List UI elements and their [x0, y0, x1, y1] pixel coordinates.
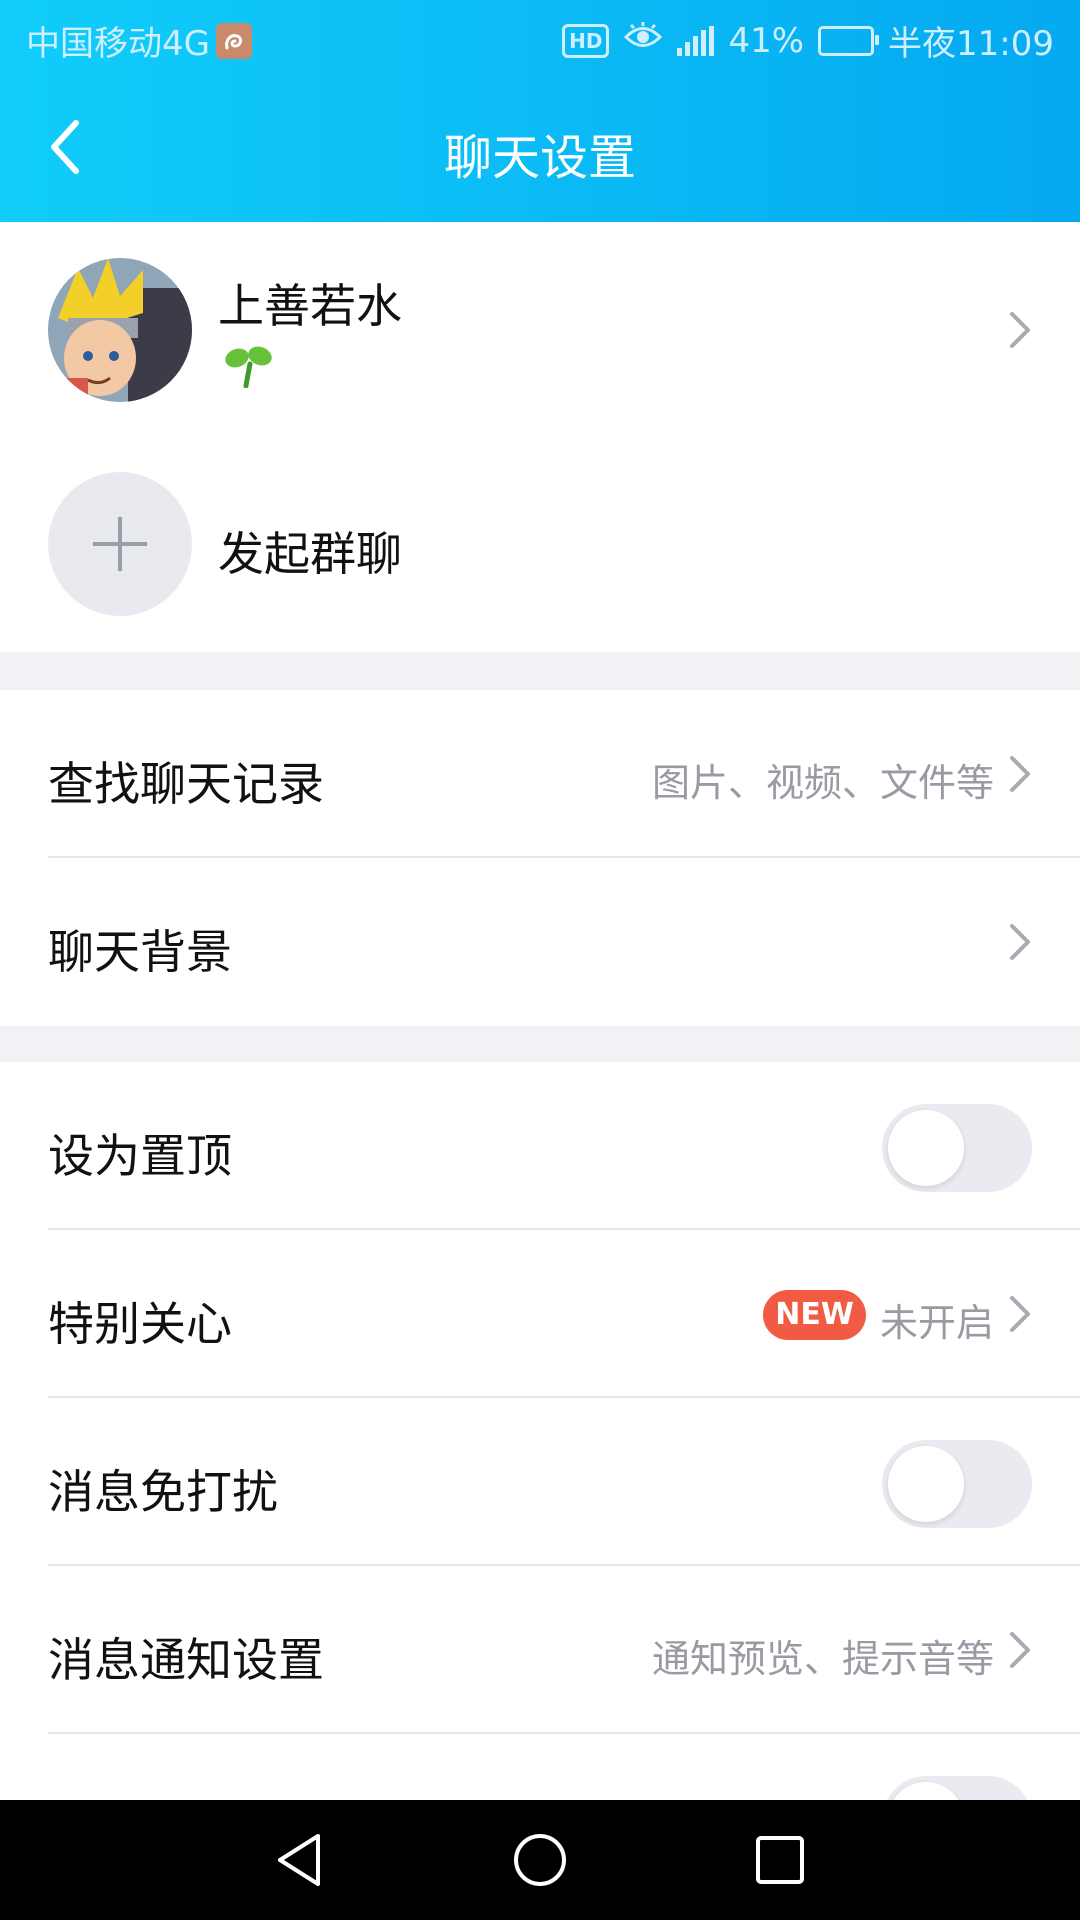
chevron-right-icon	[1010, 312, 1030, 348]
contact-name: 上善若水	[218, 279, 402, 333]
triangle-back-icon[interactable]	[270, 1830, 330, 1890]
start-group-label: 发起群聊	[218, 527, 402, 581]
chat-background-row[interactable]: 聊天背景	[0, 858, 1080, 1026]
start-group-row[interactable]: 发起群聊	[0, 437, 1080, 652]
plus-icon	[93, 517, 147, 571]
do-not-disturb-toggle[interactable]	[882, 1440, 1032, 1528]
profile-section: 上善若水 发起群聊	[0, 222, 1080, 652]
header-bar: 中国移动4G HD 41% 半夜11:09 聊天设置	[0, 0, 1080, 222]
chevron-right-icon	[1010, 1296, 1030, 1332]
chat-tools-section: 查找聊天记录 图片、视频、文件等 聊天背景	[0, 690, 1080, 1026]
notification-settings-label: 消息通知设置	[48, 1633, 324, 1687]
eye-comfort-icon	[623, 21, 663, 61]
square-recents-icon[interactable]	[750, 1830, 810, 1890]
system-nav-bar	[0, 1800, 1080, 1920]
chevron-right-icon	[1010, 1632, 1030, 1668]
special-care-status: 未开启	[879, 1301, 994, 1345]
chevron-right-icon	[1010, 756, 1030, 792]
next-setting-toggle[interactable]	[882, 1776, 1032, 1800]
pin-top-label: 设为置顶	[48, 1129, 232, 1183]
profile-row[interactable]: 上善若水	[0, 222, 1080, 437]
next-setting-row[interactable]	[0, 1734, 1080, 1800]
new-badge: NEW	[763, 1290, 866, 1340]
special-care-label: 特别关心	[48, 1297, 232, 1351]
pin-top-toggle[interactable]	[882, 1104, 1032, 1192]
search-history-row[interactable]: 查找聊天记录 图片、视频、文件等	[0, 690, 1080, 858]
toggle-knob	[888, 1110, 964, 1186]
notification-settings-row[interactable]: 消息通知设置 通知预览、提示音等	[0, 1566, 1080, 1734]
search-history-desc: 图片、视频、文件等	[651, 761, 994, 805]
battery-icon	[818, 25, 880, 56]
page-title: 聊天设置	[443, 130, 636, 186]
circle-home-icon[interactable]	[510, 1830, 570, 1890]
squirrel-app-icon	[215, 22, 252, 59]
avatar[interactable]	[48, 258, 192, 402]
notification-settings-desc: 通知预览、提示音等	[651, 1637, 994, 1681]
status-bar: 中国移动4G HD 41% 半夜11:09	[0, 0, 1080, 75]
pin-top-row[interactable]: 设为置顶	[0, 1062, 1080, 1230]
do-not-disturb-row[interactable]: 消息免打扰	[0, 1398, 1080, 1566]
do-not-disturb-label: 消息免打扰	[48, 1465, 278, 1519]
sprout-icon	[225, 346, 272, 388]
toggle-knob	[888, 1782, 964, 1800]
search-history-label: 查找聊天记录	[48, 757, 324, 811]
chevron-right-icon	[1010, 924, 1030, 960]
chat-background-label: 聊天背景	[48, 925, 232, 979]
clock-time: 半夜11:09	[888, 24, 1054, 64]
toggle-knob	[888, 1446, 964, 1522]
carrier-text: 中国移动4G	[26, 24, 210, 64]
hd-icon: HD	[562, 23, 610, 58]
signal-icon	[677, 25, 715, 56]
chat-options-section: 设为置顶 特别关心 NEW 未开启 消息免打扰 消息通知设置 通知预览、提示音等	[0, 1062, 1080, 1800]
battery-percent: 41%	[728, 20, 805, 61]
add-group-button[interactable]	[48, 472, 192, 616]
special-care-row[interactable]: 特别关心 NEW 未开启	[0, 1230, 1080, 1398]
